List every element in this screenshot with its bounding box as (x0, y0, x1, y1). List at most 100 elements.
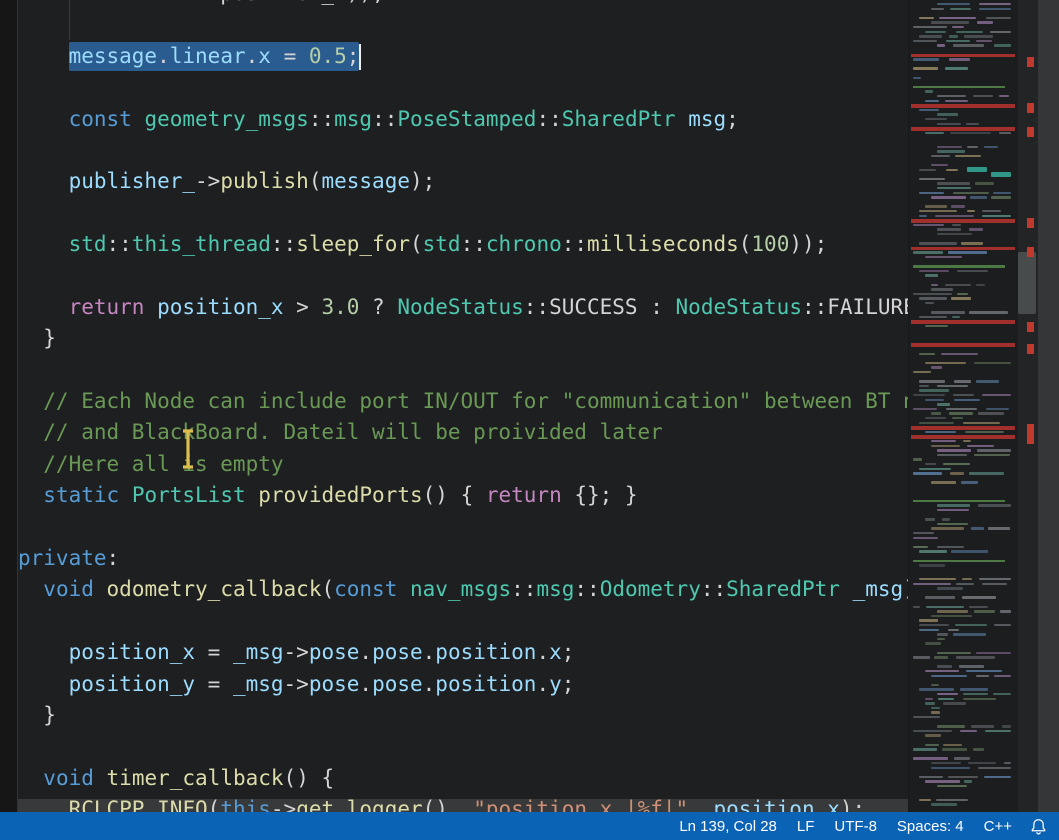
minimap-code-line (953, 44, 984, 46)
minimap-code-line (964, 780, 972, 782)
code-token: msg (334, 107, 372, 131)
minimap-code-line (937, 693, 958, 695)
minimap-code-line (956, 656, 995, 658)
minimap[interactable] (908, 0, 1019, 812)
minimap-code-line (946, 408, 977, 410)
minimap-code-line (919, 468, 951, 470)
minimap-code-line (950, 8, 971, 10)
code-token: :: (536, 107, 561, 131)
code-token: geometry_msgs (144, 107, 308, 131)
minimap-code-line (925, 132, 944, 134)
minimap-code-line (919, 353, 935, 355)
code-line[interactable]: private: (18, 543, 908, 574)
minimap-code-line (925, 463, 936, 465)
minimap-code-line (953, 394, 974, 396)
code-line[interactable] (18, 606, 908, 637)
minimap-code-line (925, 596, 955, 598)
status-encoding[interactable]: UTF-8 (824, 818, 887, 835)
code-token: milliseconds (587, 232, 739, 256)
minimap-code-line (919, 624, 949, 626)
status-indentation[interactable]: Spaces: 4 (887, 818, 974, 835)
minimap-error-line (911, 343, 1015, 347)
code-line[interactable]: void odometry_callback(const nav_msgs::m… (18, 574, 908, 605)
minimap-code-line (977, 449, 1011, 451)
scrollbar-thumb[interactable] (1018, 252, 1036, 314)
code-line[interactable]: std::this_thread::sleep_for(std::chrono:… (18, 229, 908, 260)
code-token: () { (423, 483, 486, 507)
minimap-code-line (925, 431, 956, 433)
code-token (18, 232, 69, 256)
minimap-code-line (956, 583, 974, 585)
code-token: NodeStatus (676, 295, 802, 319)
code-editor[interactable]: position_x)); message.linear.x = 0.5; co… (0, 0, 908, 812)
code-token (18, 766, 43, 790)
code-line[interactable]: // Each Node can include port IN/OUT for… (18, 386, 908, 417)
code-line[interactable]: publisher_->publish(message); (18, 166, 908, 197)
code-line[interactable]: position_y = _msg->pose.pose.position.y; (18, 669, 908, 700)
code-token: :: (461, 232, 486, 256)
bell-icon (1030, 818, 1047, 835)
minimap-code-line (954, 380, 971, 382)
minimap-code-line (919, 799, 931, 801)
minimap-code-line (956, 31, 983, 33)
minimap-error-line (911, 104, 1015, 108)
minimap-code-line (953, 633, 986, 635)
code-token: :: (511, 577, 536, 601)
code-token: SharedPtr (562, 107, 676, 131)
minimap-code-line (913, 224, 944, 226)
minimap-code-line (937, 610, 968, 612)
code-line[interactable]: } (18, 700, 908, 731)
minimap-error-line (911, 127, 1015, 131)
minimap-code-line (937, 403, 950, 405)
minimap-code-line (948, 776, 978, 778)
code-token: std (423, 232, 461, 256)
minimap-code-line (913, 716, 940, 718)
minimap-code-line (938, 698, 954, 700)
minimap-code-line (994, 675, 1011, 677)
code-line[interactable]: const geometry_msgs::msg::PoseStamped::S… (18, 104, 908, 135)
code-line[interactable]: position_x)); (18, 0, 908, 9)
code-token (94, 766, 107, 790)
code-token: return (486, 483, 562, 507)
code-line[interactable] (18, 198, 908, 229)
minimap-code-line (967, 210, 975, 212)
code-line[interactable] (18, 135, 908, 166)
minimap-code-line (925, 417, 946, 419)
minimap-code-line (937, 3, 970, 5)
code-line[interactable]: } (18, 323, 908, 354)
minimap-code-line (931, 164, 948, 166)
code-line[interactable]: //Here all is empty (18, 449, 908, 480)
code-line[interactable]: // and BlackBoard. Dateil will be proivi… (18, 417, 908, 448)
code-token: static (43, 483, 119, 507)
code-line[interactable]: void timer_callback() { (18, 763, 908, 794)
minimap-code-line (925, 698, 933, 700)
code-line[interactable] (18, 355, 908, 386)
minimap-code-line (994, 624, 1011, 626)
minimap-code-line (913, 757, 948, 759)
minimap-code-line (925, 274, 938, 276)
code-line[interactable] (18, 72, 908, 103)
code-line[interactable]: return position_x > 3.0 ? NodeStatus::SU… (18, 292, 908, 323)
code-line[interactable]: position_x = _msg->pose.pose.position.x; (18, 637, 908, 668)
status-eol-sequence[interactable]: LF (787, 818, 825, 835)
code-line[interactable] (18, 9, 908, 40)
minimap-code-line (937, 150, 965, 152)
notifications-button[interactable] (1022, 818, 1059, 835)
minimap-code-line (949, 412, 974, 414)
status-cursor-position[interactable]: Ln 139, Col 28 (669, 818, 787, 835)
code-line[interactable]: message.linear.x = 0.5; (18, 41, 908, 72)
code-token: (), (423, 797, 474, 812)
scrollbar-overview-ruler[interactable] (1018, 0, 1038, 812)
code-line[interactable] (18, 512, 908, 543)
code-token: _msg (853, 577, 904, 601)
minimap-code-line (984, 776, 1011, 778)
code-line[interactable]: static PortsList providedPorts() { retur… (18, 480, 908, 511)
minimap-code-line (919, 192, 944, 194)
minimap-code-line (937, 449, 971, 451)
minimap-code-line (955, 155, 981, 157)
code-line[interactable] (18, 731, 908, 762)
code-token: timer_callback (107, 766, 284, 790)
code-line[interactable] (18, 261, 908, 292)
status-language-mode[interactable]: C++ (974, 818, 1022, 835)
code-line[interactable]: RCLCPP_INFO(this->get_logger(), "positio… (18, 794, 908, 812)
